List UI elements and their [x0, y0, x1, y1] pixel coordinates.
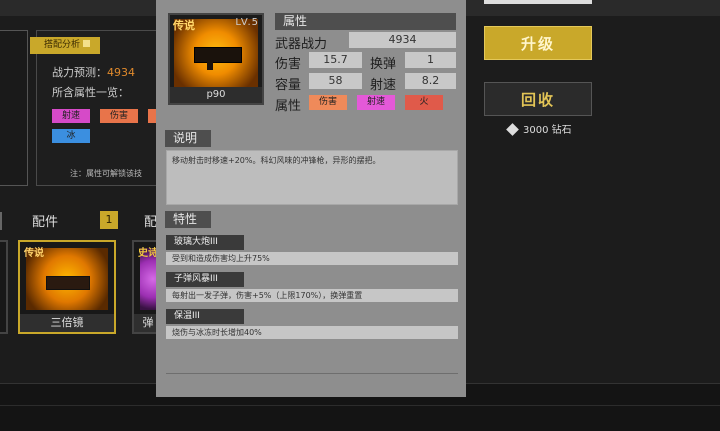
section-count: 1	[100, 211, 118, 229]
firerate-value: 8.2	[405, 73, 456, 89]
attr-tag-firerate: 射速	[52, 109, 90, 123]
card-rarity: 传说	[24, 248, 44, 259]
section-divider	[0, 212, 14, 230]
gun-icon	[194, 47, 242, 70]
damage-value: 15.7	[309, 52, 362, 68]
capacity-label: 容量	[275, 78, 302, 93]
analysis-note: 注：属性可解锁该技	[70, 169, 142, 178]
item-thumbnail: 传说 LV.5 p90	[168, 13, 264, 105]
scope-icon	[46, 276, 90, 290]
trait-name-3: 保温III	[166, 309, 244, 324]
prop-tag-fire: 火	[405, 95, 443, 110]
predict-label: 战力预测：	[52, 66, 107, 79]
left-panel-fragment	[0, 30, 28, 186]
prop-tag-damage: 伤害	[309, 95, 347, 110]
cost-unit: 钻石	[551, 125, 572, 136]
contains-label: 所含属性一览：	[52, 86, 129, 99]
attr-tag-ice: 冰	[52, 129, 90, 143]
cost-value: 3000	[523, 125, 549, 136]
card-name: 三倍镜	[20, 314, 114, 332]
diamond-icon	[506, 123, 519, 136]
item-level: LV.5	[235, 17, 259, 28]
section-label: 配件	[32, 215, 59, 230]
trait-desc-1: 受到和造成伤害均上升75%	[166, 252, 458, 265]
power-predict: 战力预测：4934	[52, 64, 135, 80]
reload-value: 1	[405, 52, 456, 68]
item-name: p90	[170, 87, 262, 103]
top-button-edge[interactable]	[484, 0, 592, 4]
recycle-button[interactable]: 回收	[484, 82, 592, 116]
upgrade-button[interactable]: 升级	[484, 26, 592, 60]
props-label: 属性	[275, 99, 302, 114]
power-label: 武器战力	[275, 37, 328, 52]
analysis-tag-label: 搭配分析	[44, 40, 81, 50]
item-rarity: 传说	[173, 19, 195, 32]
reload-label: 换弹	[370, 57, 397, 72]
modal-divider	[166, 373, 458, 374]
trait-desc-2: 每射出一发子弹，伤害+5%（上限170%），换弹重置	[166, 289, 458, 302]
accessory-card-1[interactable]: 传说 三倍镜	[18, 240, 116, 334]
description-box: 移动射击时移速+20%。科幻风味的冲锋枪，异形的摆把。	[166, 150, 458, 205]
power-value: 4934	[349, 32, 456, 48]
damage-label: 伤害	[275, 57, 302, 72]
analysis-tag: 搭配分析	[30, 37, 101, 54]
trait-name-2: 子弹风暴III	[166, 272, 244, 287]
recycle-cost: 3000 钻石	[506, 121, 572, 136]
card-fragment[interactable]	[0, 240, 8, 334]
prop-tag-firerate: 射速	[357, 95, 395, 110]
capacity-value: 58	[309, 73, 362, 89]
card-rarity: 史诗	[138, 248, 158, 259]
predict-value: 4934	[107, 66, 135, 79]
firerate-label: 射速	[370, 78, 397, 93]
trait-name-1: 玻璃大炮III	[166, 235, 244, 250]
traits-header: 特性	[165, 211, 211, 228]
description-text: 移动射击时移速+20%。科幻风味的冲锋枪，异形的摆把。	[172, 156, 381, 165]
attr-tag-damage: 伤害	[100, 109, 138, 123]
trait-desc-3: 烧伤与冰冻时长增加40%	[166, 326, 458, 339]
attributes-header: 属性	[275, 13, 456, 30]
description-header: 说明	[165, 130, 211, 147]
bottom-line	[0, 405, 720, 406]
flag-icon	[83, 40, 91, 47]
